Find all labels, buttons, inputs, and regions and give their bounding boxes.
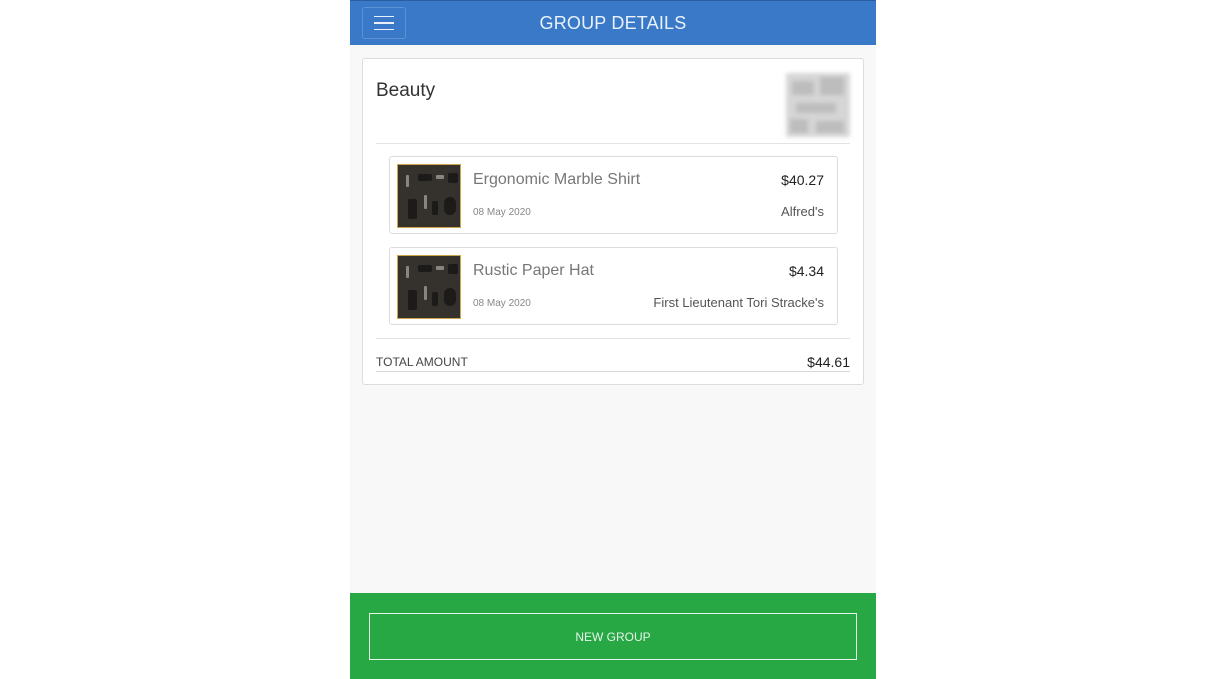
item-name: Rustic Paper Hat (473, 262, 594, 279)
group-image (786, 73, 850, 137)
list-item[interactable]: Rustic Paper Hat 08 May 2020 $4.34 First… (389, 247, 838, 325)
total-underline (376, 371, 850, 372)
item-date: 08 May 2020 (473, 207, 531, 218)
item-image (397, 255, 461, 319)
divider (376, 338, 850, 339)
item-store: First Lieutenant Tori Stracke's (653, 295, 824, 310)
header-bar: GROUP DETAILS (350, 0, 876, 45)
group-name: Beauty (376, 80, 436, 101)
divider (376, 143, 850, 144)
app-screen: GROUP DETAILS Beauty Ergonomic Marble Sh… (350, 0, 876, 679)
group-card: Beauty Ergonomic Marble Shirt 08 May 202… (362, 58, 864, 385)
page-title: GROUP DETAILS (539, 13, 687, 33)
item-image (397, 164, 461, 228)
item-date: 08 May 2020 (473, 298, 531, 309)
new-group-button[interactable]: NEW GROUP (369, 613, 857, 660)
total-amount-label: TOTAL AMOUNT (376, 355, 468, 369)
footer-bar: NEW GROUP (350, 593, 876, 679)
total-amount-value: $44.61 (807, 354, 850, 370)
item-price: $4.34 (788, 263, 824, 279)
list-item[interactable]: Ergonomic Marble Shirt 08 May 2020 $40.2… (389, 156, 838, 234)
item-name: Ergonomic Marble Shirt (473, 171, 641, 188)
item-store: Alfred's (781, 204, 824, 219)
item-price: $40.27 (781, 172, 824, 188)
